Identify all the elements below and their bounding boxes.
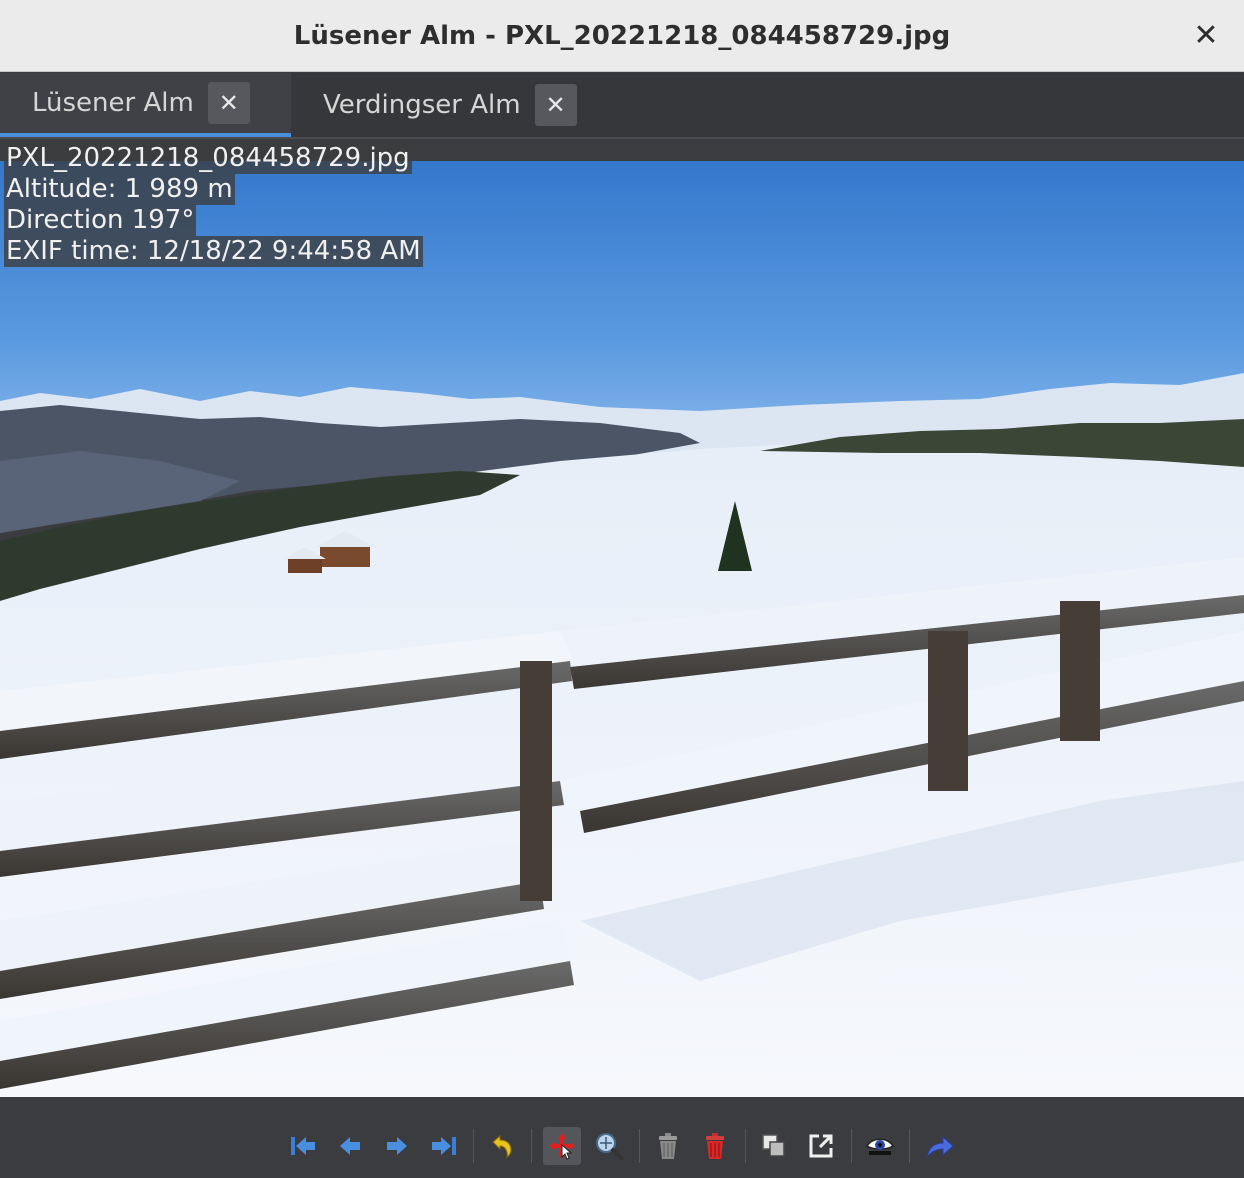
window-close-icon[interactable]: ✕	[1190, 18, 1222, 54]
toolbar-separator	[473, 1129, 474, 1163]
open-external-icon	[809, 1134, 833, 1158]
toolbar-separator	[531, 1129, 532, 1163]
undo-button[interactable]	[483, 1127, 521, 1165]
next-image-icon	[387, 1137, 407, 1155]
tab-close-icon[interactable]: ✕	[207, 82, 250, 124]
photo-exif-time: EXIF time: 12/18/22 9:44:58 AM	[4, 236, 423, 267]
move-to-button[interactable]	[920, 1127, 958, 1165]
tab-label: Verdingser Alm	[323, 90, 521, 120]
image-viewer[interactable]: PXL_20221218_084458729.jpg Altitude: 1 9…	[0, 141, 1244, 1097]
undo-icon	[492, 1134, 512, 1158]
toolbar-separator	[851, 1129, 852, 1163]
zoom-best-fit-button[interactable]	[590, 1127, 628, 1165]
move-to-icon	[926, 1135, 954, 1158]
center-view-button[interactable]	[543, 1127, 581, 1165]
tab-bar: Lüsener Alm ✕ Verdingser Alm ✕	[0, 73, 1244, 139]
previous-image-button[interactable]	[331, 1127, 369, 1165]
delete-from-disk-icon	[706, 1133, 724, 1159]
photo-filename: PXL_20221218_084458729.jpg	[4, 143, 412, 174]
window-titlebar: Lüsener Alm - PXL_20221218_084458729.jpg…	[0, 0, 1244, 72]
open-external-button[interactable]	[802, 1127, 840, 1165]
delete-icon	[659, 1133, 677, 1159]
delete-from-disk-button[interactable]	[696, 1127, 734, 1165]
first-image-button[interactable]	[284, 1127, 322, 1165]
toolbar-separator	[745, 1129, 746, 1163]
zoom-best-fit-icon	[596, 1133, 623, 1160]
tab-luesener-alm[interactable]: Lüsener Alm ✕	[0, 73, 291, 137]
previous-image-icon	[340, 1137, 360, 1155]
show-info-button[interactable]	[861, 1127, 899, 1165]
tab-label: Lüsener Alm	[32, 88, 194, 118]
delete-button[interactable]	[649, 1127, 687, 1165]
copy-button[interactable]	[755, 1127, 793, 1165]
toolbar-separator	[639, 1129, 640, 1163]
last-image-icon	[432, 1137, 456, 1155]
photo-info-overlay: PXL_20221218_084458729.jpg Altitude: 1 9…	[4, 143, 423, 267]
last-image-button[interactable]	[425, 1127, 463, 1165]
center-view-icon	[549, 1133, 575, 1160]
next-image-button[interactable]	[378, 1127, 416, 1165]
show-info-icon	[865, 1138, 895, 1155]
copy-icon	[762, 1134, 785, 1157]
tab-verdingser-alm[interactable]: Verdingser Alm ✕	[291, 73, 601, 137]
window-title: Lüsener Alm - PXL_20221218_084458729.jpg	[293, 21, 951, 51]
tab-close-icon[interactable]: ✕	[534, 84, 577, 126]
photo-altitude: Altitude: 1 989 m	[4, 174, 235, 205]
bottom-toolbar	[0, 1097, 1244, 1178]
photo-direction: Direction 197°	[4, 205, 197, 236]
toolbar-separator	[909, 1129, 910, 1163]
photo	[0, 161, 1244, 1097]
first-image-icon	[291, 1137, 315, 1155]
